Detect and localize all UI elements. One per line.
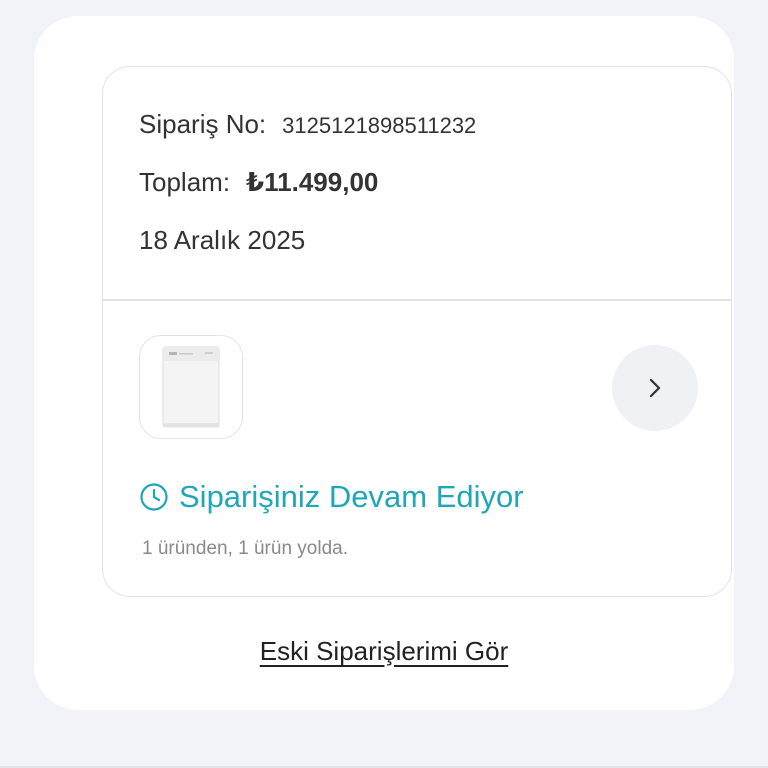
old-orders-link[interactable]: Eski Siparişlerimi Gör bbox=[260, 636, 509, 666]
order-number-label: Sipariş No: bbox=[139, 109, 267, 139]
order-status-title: Siparişiniz Devam Ediyor bbox=[179, 479, 524, 514]
order-total-value: ₺11.499,00 bbox=[246, 167, 379, 197]
order-total-row: Toplam: ₺11.499,00 bbox=[139, 167, 378, 198]
order-number-row: Sipariş No: 3125121898511232 bbox=[139, 109, 476, 140]
order-status: Siparişiniz Devam Ediyor bbox=[139, 479, 524, 515]
old-orders-section: Eski Siparişlerimi Gör bbox=[0, 636, 768, 667]
order-number-value: 3125121898511232 bbox=[282, 113, 477, 138]
order-date: 18 Aralık 2025 bbox=[139, 225, 306, 255]
order-date-row: 18 Aralık 2025 bbox=[139, 225, 305, 256]
chevron-right-icon bbox=[649, 378, 661, 398]
order-detail-button[interactable] bbox=[612, 345, 698, 431]
product-thumbnail[interactable] bbox=[139, 335, 243, 439]
order-status-subtitle: 1 üründen, 1 ürün yolda. bbox=[142, 538, 348, 559]
orders-panel: Sipariş No: 3125121898511232 Toplam: ₺11… bbox=[34, 16, 734, 710]
order-card: Sipariş No: 3125121898511232 Toplam: ₺11… bbox=[102, 66, 732, 597]
dishwasher-icon bbox=[162, 346, 220, 428]
card-divider bbox=[103, 299, 731, 301]
order-total-label: Toplam: bbox=[139, 167, 231, 197]
clock-icon bbox=[140, 483, 168, 511]
